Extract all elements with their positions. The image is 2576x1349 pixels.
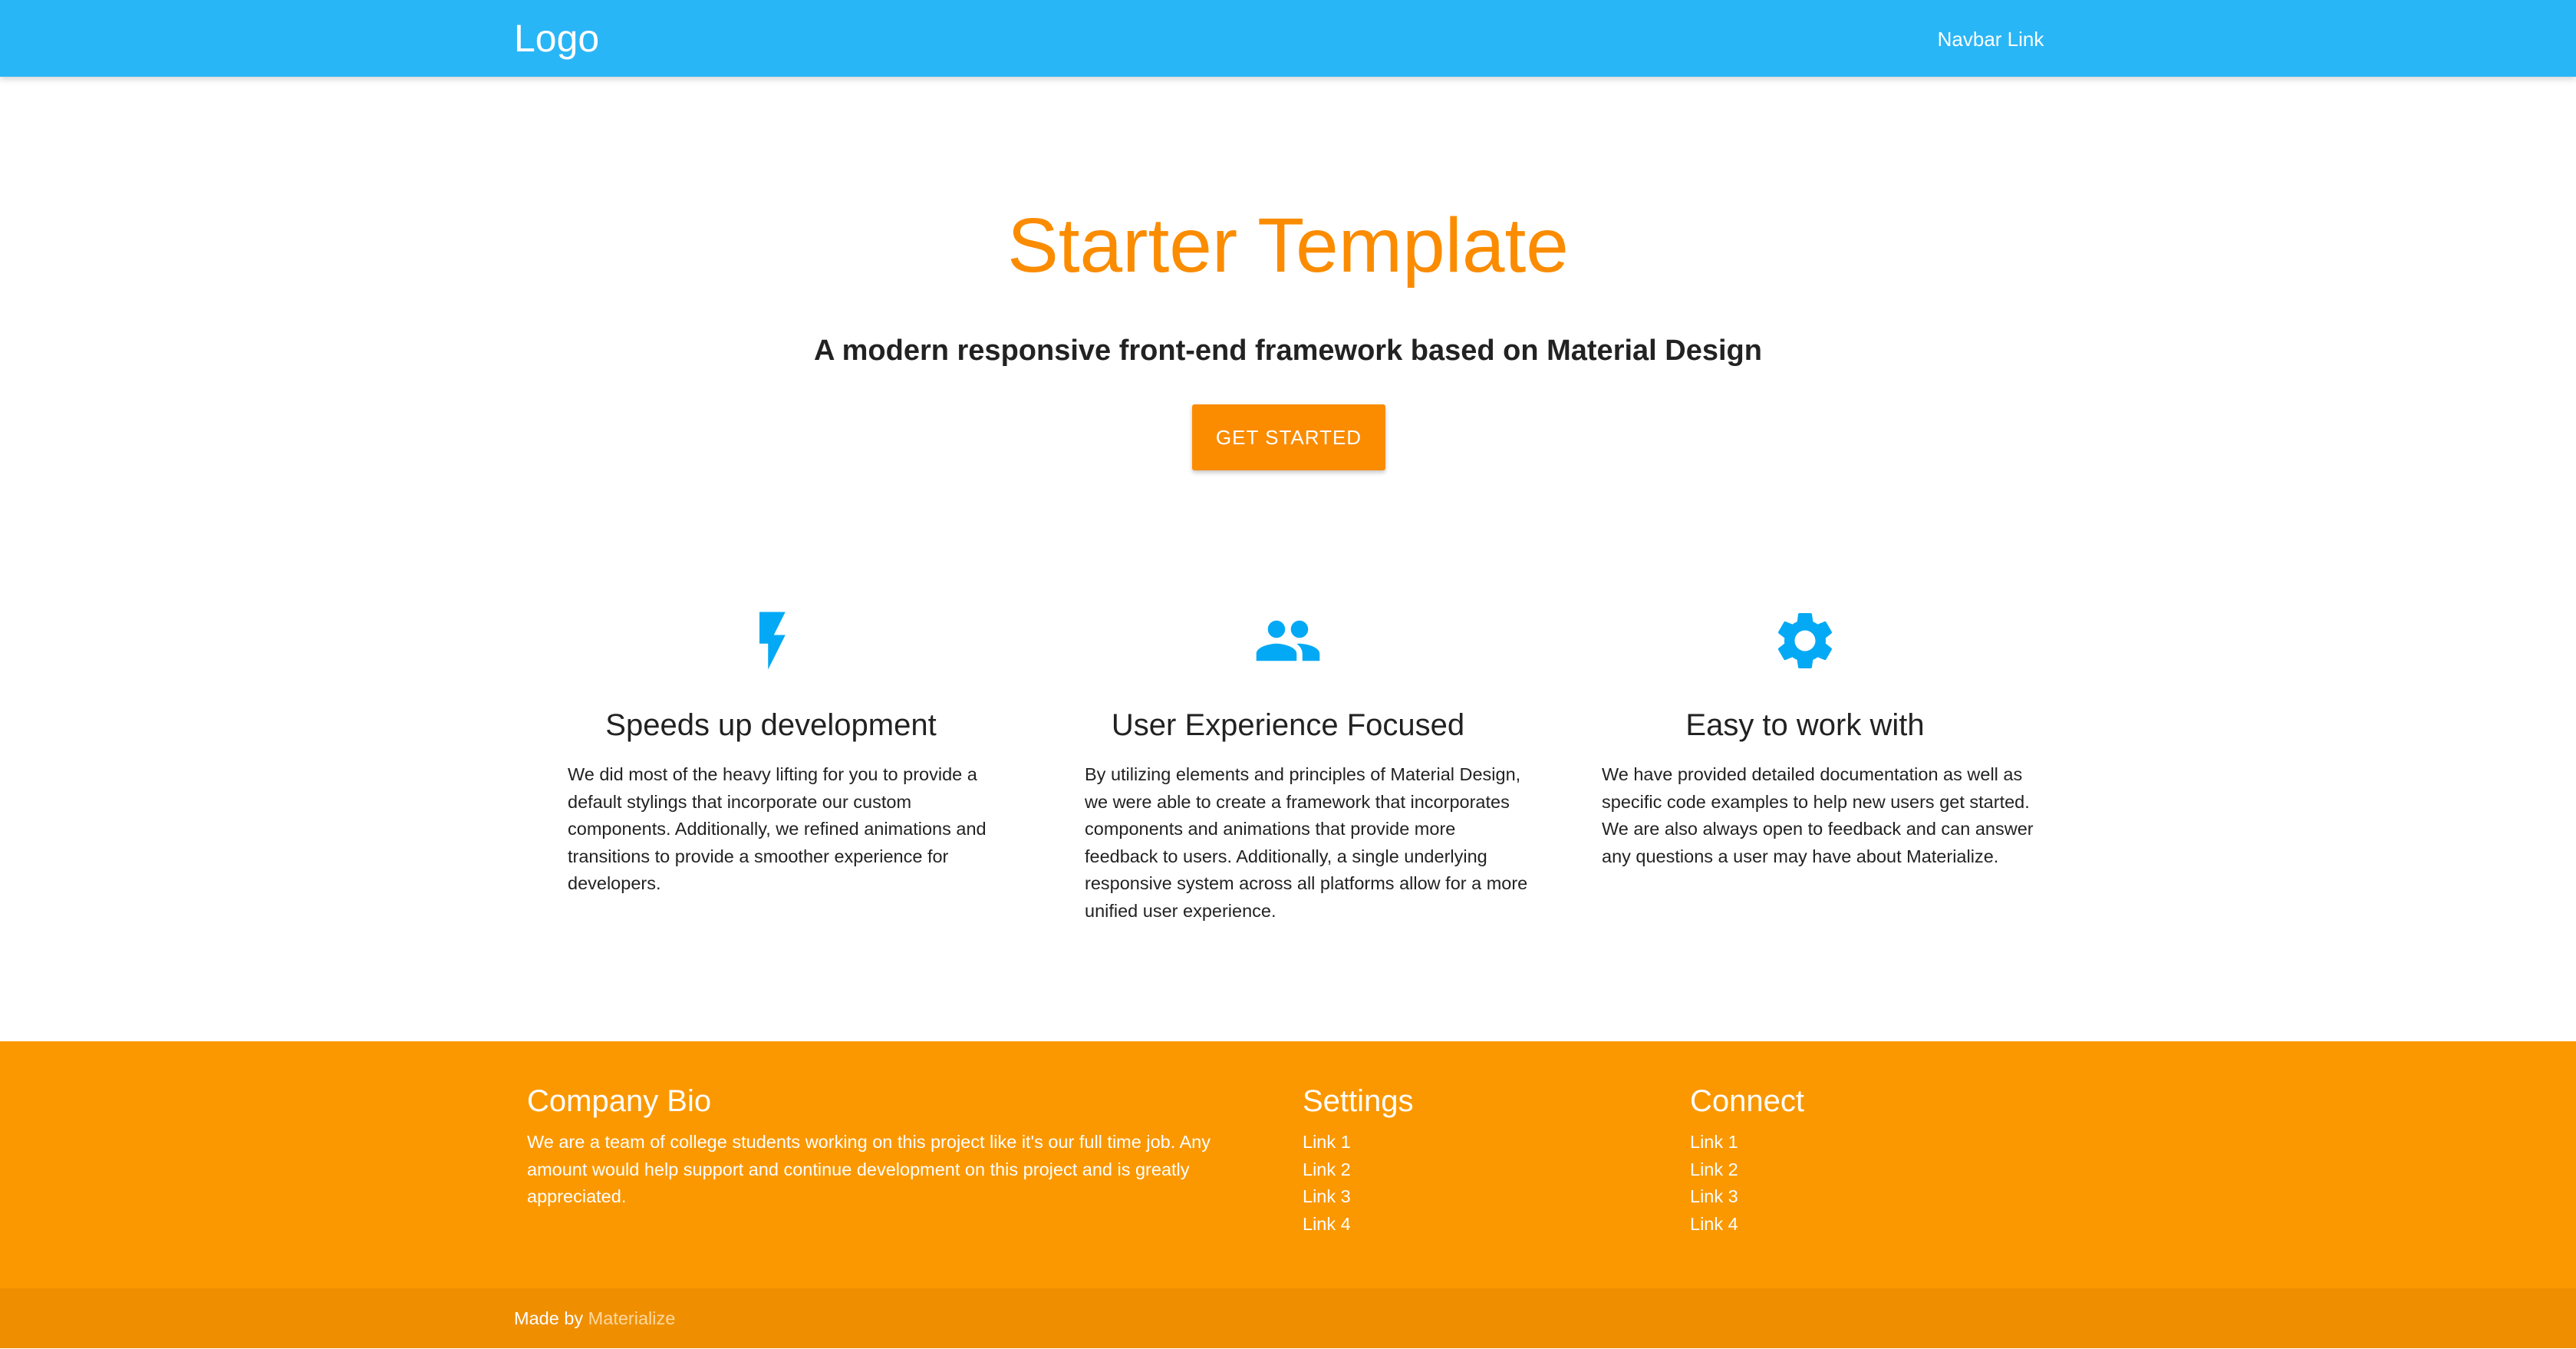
get-started-button[interactable]: GET STARTED [1192,404,1385,470]
settings-icon [1777,613,1833,668]
footer-bio-text: We are a team of college students workin… [527,1132,1211,1206]
footer-connect-links: Link 1 Link 2 Link 3 Link 4 [1690,1129,1804,1238]
footer-settings-links: Link 1 Link 2 Link 3 Link 4 [1303,1129,1414,1238]
footer-connect-link[interactable]: Link 2 [1690,1159,1738,1179]
hero-title: Starter Template [1007,203,1569,289]
footer-connect-link[interactable]: Link 4 [1690,1214,1738,1234]
footer-bio-title: Company Bio [527,1084,712,1118]
navbar-link[interactable]: Navbar Link [1933,26,2048,52]
materialize-link[interactable]: Materialize [588,1308,676,1328]
group-icon [1256,620,1320,661]
feature-text: We did most of the heavy lifting for you… [568,764,987,893]
footer-settings-link[interactable]: Link 4 [1303,1214,1351,1234]
footer-connect-link[interactable]: Link 3 [1690,1186,1738,1206]
footer-copyright: Made by Materialize [0,1288,2576,1348]
feature-text: By utilizing elements and principles of … [1085,764,1528,921]
copyright-text: Made by Materialize [514,1304,675,1332]
feature-speed: Speeds up development We did most of the… [545,606,997,893]
hero-subtitle: A modern responsive front-end framework … [814,335,1762,367]
footer-settings-link[interactable]: Link 3 [1303,1186,1351,1206]
footer-connect-link[interactable]: Link 1 [1690,1132,1738,1152]
feature-text: We have provided detailed documentation … [1602,764,2034,866]
footer-settings: Settings Link 1 Link 2 Link 3 Link 4 [1303,1080,1414,1238]
feature-easy: Easy to work with We have provided detai… [1579,606,2034,866]
logo-link[interactable]: Logo [514,15,599,61]
feature-ux: User Experience Focused By utilizing ele… [1062,606,1527,921]
footer-connect-title: Connect [1690,1084,1804,1118]
footer-connect: Connect Link 1 Link 2 Link 3 Link 4 [1690,1080,1804,1238]
navbar: Logo Navbar Link [0,0,2576,77]
page-footer: Company Bio We are a team of college stu… [0,1041,2576,1288]
copyright-prefix: Made by [514,1308,584,1328]
flash-icon [759,612,786,670]
footer-settings-title: Settings [1303,1084,1414,1118]
feature-title: Speeds up development [605,708,937,742]
footer-settings-link[interactable]: Link 1 [1303,1132,1351,1152]
feature-title: User Experience Focused [1111,708,1465,742]
footer-settings-link[interactable]: Link 2 [1303,1159,1351,1179]
footer-company-bio: Company Bio We are a team of college stu… [527,1080,1263,1211]
feature-title: Easy to work with [1685,708,1925,742]
